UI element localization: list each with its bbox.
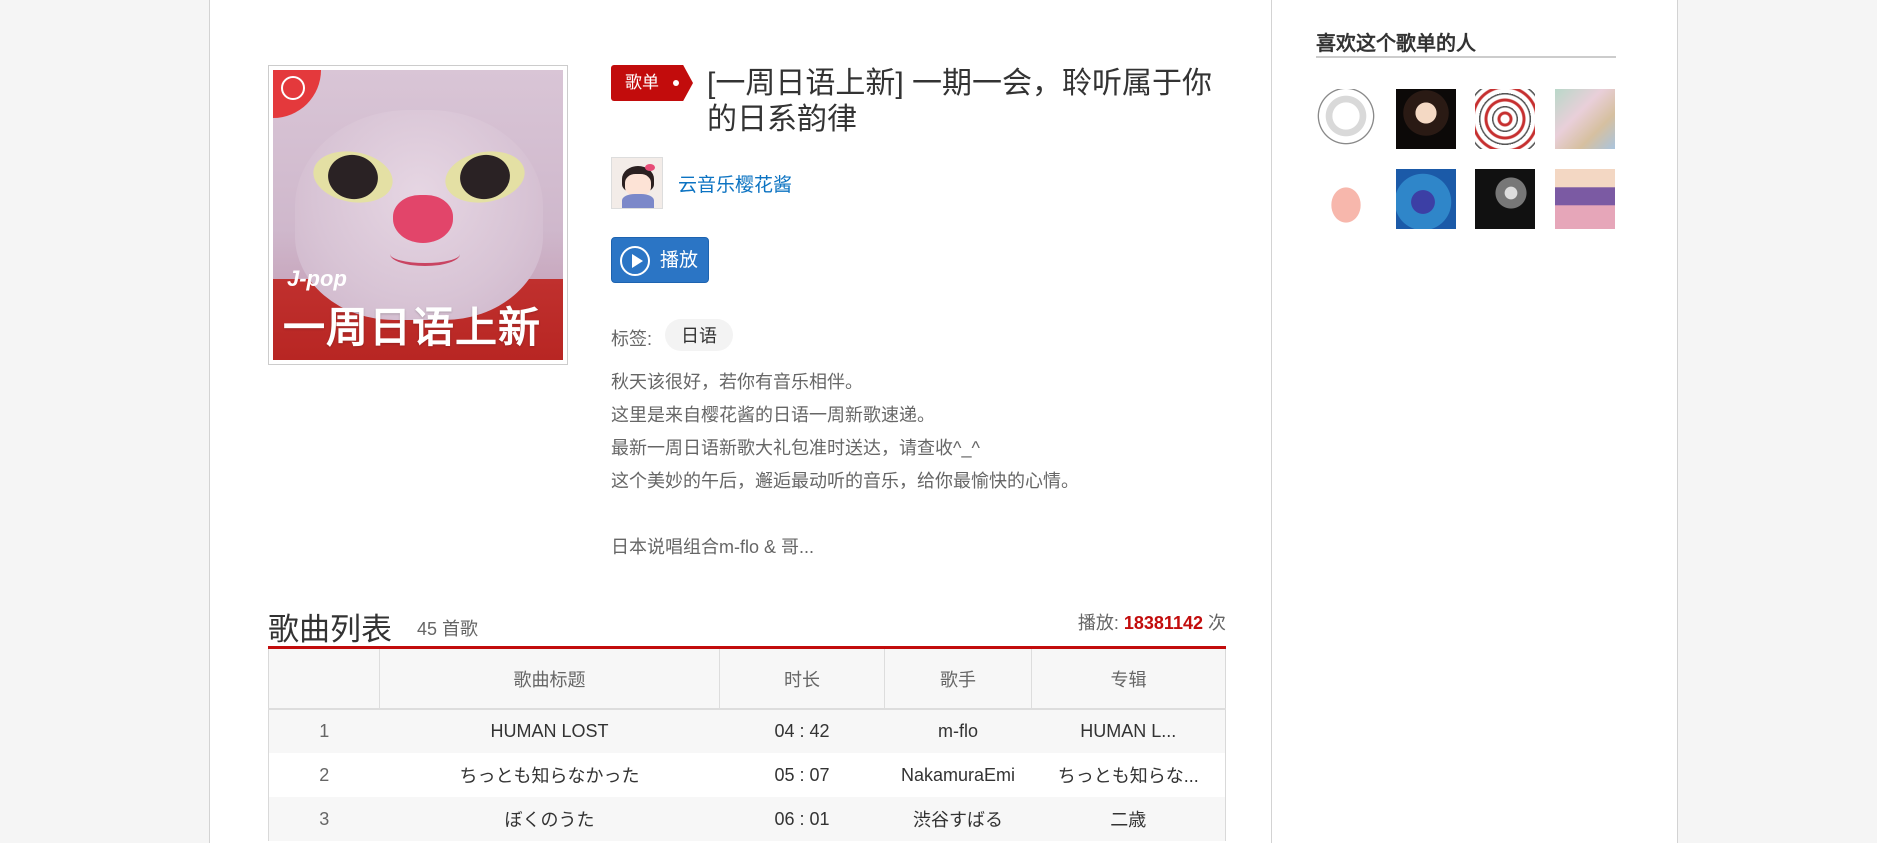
table-row[interactable]: 1 HUMAN LOST 04 : 42 m-flo HUMAN L... [268, 709, 1226, 753]
table-row[interactable]: 3 ぼくのうた 06 : 01 渋谷すばる 二歳 [268, 797, 1226, 841]
song-album[interactable]: ちっとも知らな... [1032, 753, 1226, 797]
description-line: 秋天该很好，若你有音乐相伴。 [611, 372, 863, 392]
creator-name-link[interactable]: 云音乐樱花酱 [678, 170, 792, 197]
col-header-title: 歌曲标题 [379, 649, 720, 710]
liker-avatar[interactable] [1475, 169, 1535, 229]
liker-avatar[interactable] [1555, 169, 1615, 229]
liker-avatar[interactable] [1555, 89, 1615, 149]
description-line: 最新一周日语新歌大礼包准时送达，请查收^_^ [611, 438, 980, 458]
song-duration: 05 : 07 [774, 764, 830, 785]
playlist-type-badge: 歌单 [611, 65, 693, 101]
tag-chip[interactable]: 日语 [665, 319, 733, 351]
song-title[interactable]: HUMAN LOST [379, 709, 720, 753]
description-line: 这个美妙的午后，邂逅最动听的音乐，给你最愉快的心情。 [611, 471, 1079, 491]
col-header-duration: 时长 [719, 649, 885, 710]
likers-divider [1316, 56, 1616, 58]
description-line [611, 498, 1231, 531]
play-count: 播放: 18381142 次 [1078, 609, 1226, 635]
cover-subtitle: J-pop [287, 266, 347, 291]
description-line: 日本说唱组合m-flo & 哥... [611, 537, 815, 557]
song-index: 3 [268, 797, 380, 841]
play-button-label: 播放 [660, 250, 699, 271]
playlist-cover[interactable]: J-pop 一周日语上新 [268, 65, 568, 365]
song-list-title: 歌曲列表 [268, 612, 392, 647]
tags-label: 标签: [611, 329, 653, 349]
song-index: 2 [319, 764, 330, 785]
cover-art: J-pop 一周日语上新 [273, 70, 563, 360]
netease-logo-icon [273, 70, 321, 118]
song-title[interactable]: ちっとも知らなかった [380, 753, 720, 797]
liker-avatar[interactable] [1396, 89, 1456, 149]
liker-avatar[interactable] [1316, 89, 1376, 149]
cat-mouth [390, 242, 460, 266]
song-count: 45 首歌 [417, 619, 479, 639]
cat-eye-right [441, 145, 529, 209]
col-header-album: 专辑 [1031, 649, 1226, 710]
play-count-label: 播放: [1077, 613, 1119, 633]
cover-title: 一周日语上新 [283, 304, 542, 351]
liker-avatar[interactable] [1396, 169, 1456, 229]
cat-eye-left [309, 145, 397, 209]
likers-title: 喜欢这个歌单的人 [1316, 33, 1476, 55]
col-header-artist: 歌手 [884, 649, 1032, 710]
play-count-unit: 次 [1208, 613, 1226, 633]
song-artist[interactable]: NakamuraEmi [885, 753, 1032, 797]
song-album[interactable]: HUMAN L... [1031, 709, 1226, 753]
song-duration: 04 : 42 [719, 709, 885, 753]
play-circle-icon [620, 246, 650, 276]
play-button[interactable]: 播放 [611, 237, 709, 283]
song-table: 歌曲标题 时长 歌手 专辑 1 HUMAN LOST 04 : 42 m-flo… [268, 649, 1226, 841]
song-artist[interactable]: m-flo [884, 709, 1032, 753]
liker-avatar[interactable] [1316, 169, 1376, 229]
liker-avatar[interactable] [1475, 89, 1535, 149]
playlist-title: [一周日语上新] 一期一会，聆听属于你的日系韵律 [707, 67, 1213, 136]
table-row[interactable]: 2 ちっとも知らなかった 05 : 07 NakamuraEmi ちっとも知らな… [269, 753, 1226, 797]
column-divider [1271, 0, 1272, 843]
col-header-index [268, 649, 380, 710]
creator-avatar[interactable] [611, 157, 663, 209]
song-artist[interactable]: 渋谷すばる [884, 797, 1032, 841]
song-album[interactable]: 二歳 [1031, 797, 1226, 841]
song-index: 1 [268, 709, 380, 753]
table-header-row: 歌曲标题 时长 歌手 专辑 [268, 649, 1226, 710]
playlist-description: 秋天该很好，若你有音乐相伴。 这里是来自樱花酱的日语一周新歌速递。 最新一周日语… [611, 366, 1231, 564]
play-count-value: 18381142 [1123, 613, 1203, 633]
cat-nose [393, 195, 453, 243]
song-title[interactable]: ぼくのうた [379, 797, 720, 841]
song-duration: 06 : 01 [719, 797, 885, 841]
description-line: 这里是来自樱花酱的日语一周新歌速递。 [611, 405, 935, 425]
